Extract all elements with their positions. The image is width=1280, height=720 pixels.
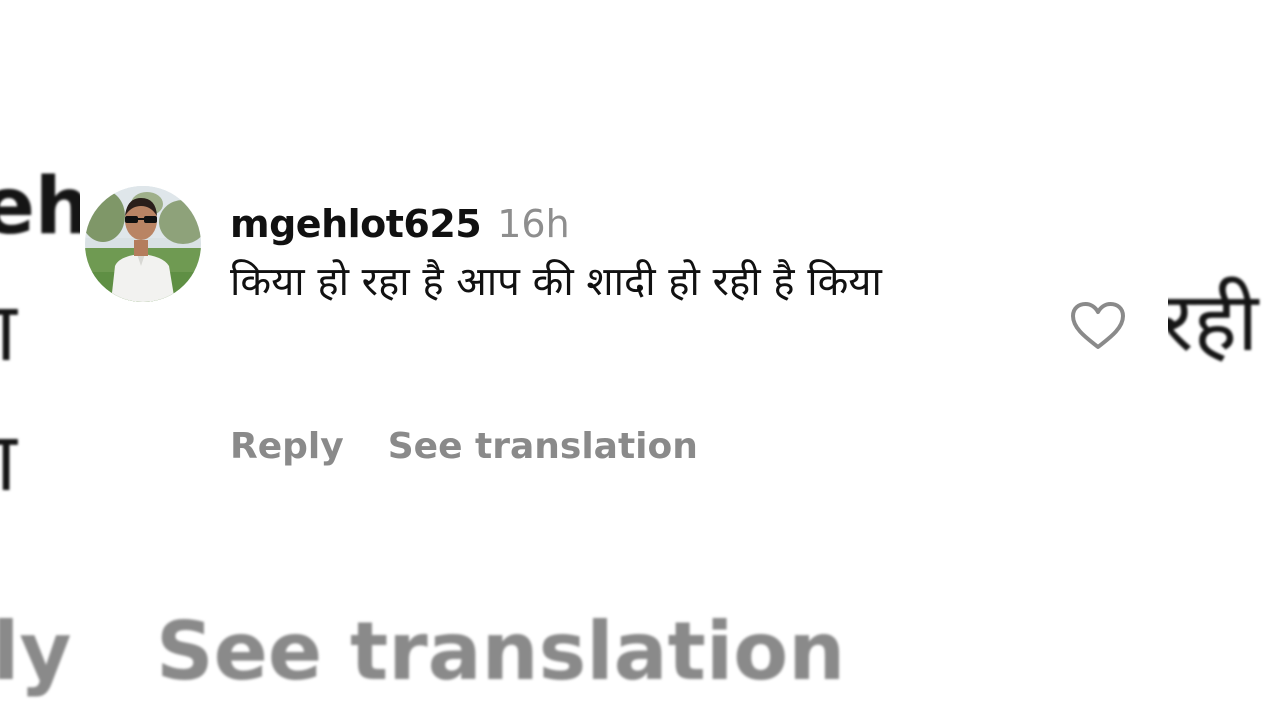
avatar-photo-icon — [85, 186, 201, 302]
comment-text: किया हो रहा है आप की शादी हो रही है किया — [230, 259, 882, 305]
timestamp[interactable]: 16h — [497, 202, 569, 246]
heart-outline-icon — [1071, 302, 1125, 349]
bg-username-fragment: eh — [0, 162, 91, 252]
comment-actions: Reply See translation — [230, 426, 698, 467]
avatar[interactable] — [85, 186, 201, 302]
bg-text-fragment: या — [0, 422, 17, 504]
comment-card: mgehlot625 16h किया हो रहा है आप की शादी… — [80, 150, 1168, 510]
bg-see-translation-fragment: See translation — [156, 605, 846, 698]
bg-text-fragment: या — [0, 292, 17, 374]
like-button[interactable] — [1068, 300, 1128, 352]
comment-header: mgehlot625 16h — [230, 202, 570, 246]
bg-text-fragment-right: रही — [1160, 275, 1259, 370]
reply-button[interactable]: Reply — [230, 426, 344, 467]
username-link[interactable]: mgehlot625 — [230, 202, 482, 246]
bg-reply-fragment: ly — [0, 605, 72, 698]
see-translation-button[interactable]: See translation — [388, 426, 698, 467]
